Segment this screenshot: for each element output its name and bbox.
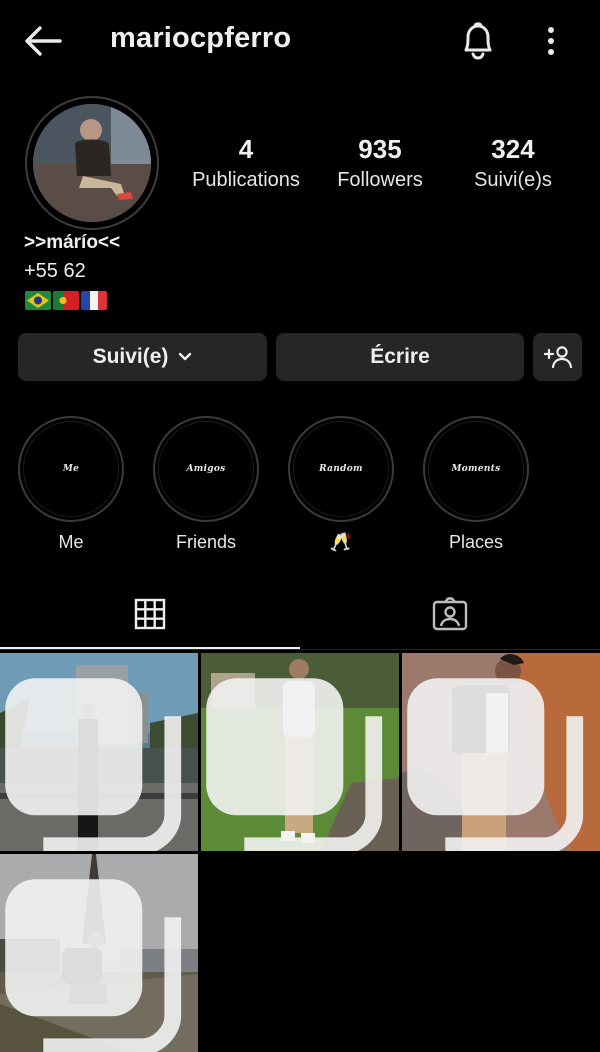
- more-vertical-icon[interactable]: [536, 22, 566, 60]
- highlight-places[interactable]: Moments Places: [423, 416, 529, 553]
- bell-icon[interactable]: [458, 20, 498, 62]
- highlight-label: Places: [448, 532, 504, 552]
- highlight-ring: Me: [18, 416, 124, 522]
- add-user-icon: [543, 346, 572, 369]
- grid-icon: [134, 598, 166, 630]
- highlight-cover: Moments: [428, 421, 524, 517]
- stat-publications[interactable]: 4 Publications: [171, 134, 321, 192]
- message-button[interactable]: Écrire: [276, 333, 524, 381]
- multiple-photos-icon: [5, 879, 182, 1052]
- add-user-button[interactable]: [533, 333, 582, 381]
- active-tab-indicator: [0, 647, 300, 649]
- highlight-ring: Moments: [423, 416, 529, 522]
- following-button-label: Suivi(e): [92, 345, 169, 368]
- highlight-cover: Amigos: [158, 421, 254, 517]
- stat-publications-count: 4: [238, 134, 254, 164]
- message-button-label: Écrire: [370, 345, 430, 368]
- stat-followers-count: 935: [358, 134, 402, 164]
- multiple-photos-icon: [5, 678, 182, 851]
- stat-publications-label: Publications: [192, 169, 300, 191]
- highlight-random[interactable]: Random 🥂: [288, 416, 394, 553]
- portugal-flag-icon: [53, 291, 79, 310]
- following-button[interactable]: Suivi(e): [18, 333, 267, 381]
- highlight-ring: Amigos: [153, 416, 259, 522]
- profile-bio-line: +55 62: [24, 260, 86, 282]
- highlight-cover-text: Moments: [451, 464, 501, 474]
- multiple-photos-icon: [206, 678, 383, 851]
- profile-avatar[interactable]: [33, 104, 151, 222]
- back-arrow-icon[interactable]: [22, 22, 64, 60]
- post-thumbnail[interactable]: [201, 653, 399, 851]
- highlight-label: Friends: [175, 532, 237, 552]
- post-thumbnail[interactable]: [0, 854, 198, 1052]
- highlight-cover-text: Random: [319, 464, 363, 474]
- chevron-down-icon: [179, 352, 192, 361]
- highlight-cover: Random: [293, 421, 389, 517]
- stat-followers-label: Followers: [337, 169, 423, 191]
- stat-following-count: 324: [491, 134, 535, 164]
- multiple-photos-icon: [407, 678, 584, 851]
- post-thumbnail[interactable]: [402, 653, 600, 851]
- france-flag-icon: [81, 291, 107, 310]
- stat-following[interactable]: 324 Suivi(e)s: [438, 134, 588, 192]
- highlight-friends[interactable]: Amigos Friends: [153, 416, 259, 553]
- post-thumbnail[interactable]: [0, 653, 198, 851]
- highlight-label: Me: [58, 532, 84, 552]
- profile-display-name: >>márío<<: [24, 232, 121, 253]
- brazil-flag-icon: [25, 291, 51, 310]
- highlight-cover: Me: [23, 421, 119, 517]
- tab-tagged[interactable]: [300, 578, 600, 650]
- stat-followers[interactable]: 935 Followers: [305, 134, 455, 192]
- profile-username: mariocpferro: [110, 22, 292, 54]
- profile-tabs: [0, 578, 600, 650]
- bio-flags: [25, 291, 107, 311]
- tab-posts-grid[interactable]: [0, 578, 300, 650]
- tagged-icon: [432, 597, 468, 631]
- stat-following-label: Suivi(e)s: [474, 169, 552, 191]
- highlight-cover-text: Amigos: [186, 464, 226, 474]
- highlight-me[interactable]: Me Me: [18, 416, 124, 553]
- top-bar: mariocpferro: [0, 0, 600, 82]
- highlight-cover-text: Me: [62, 464, 80, 474]
- highlight-ring: Random: [288, 416, 394, 522]
- highlight-label: 🥂: [329, 532, 353, 552]
